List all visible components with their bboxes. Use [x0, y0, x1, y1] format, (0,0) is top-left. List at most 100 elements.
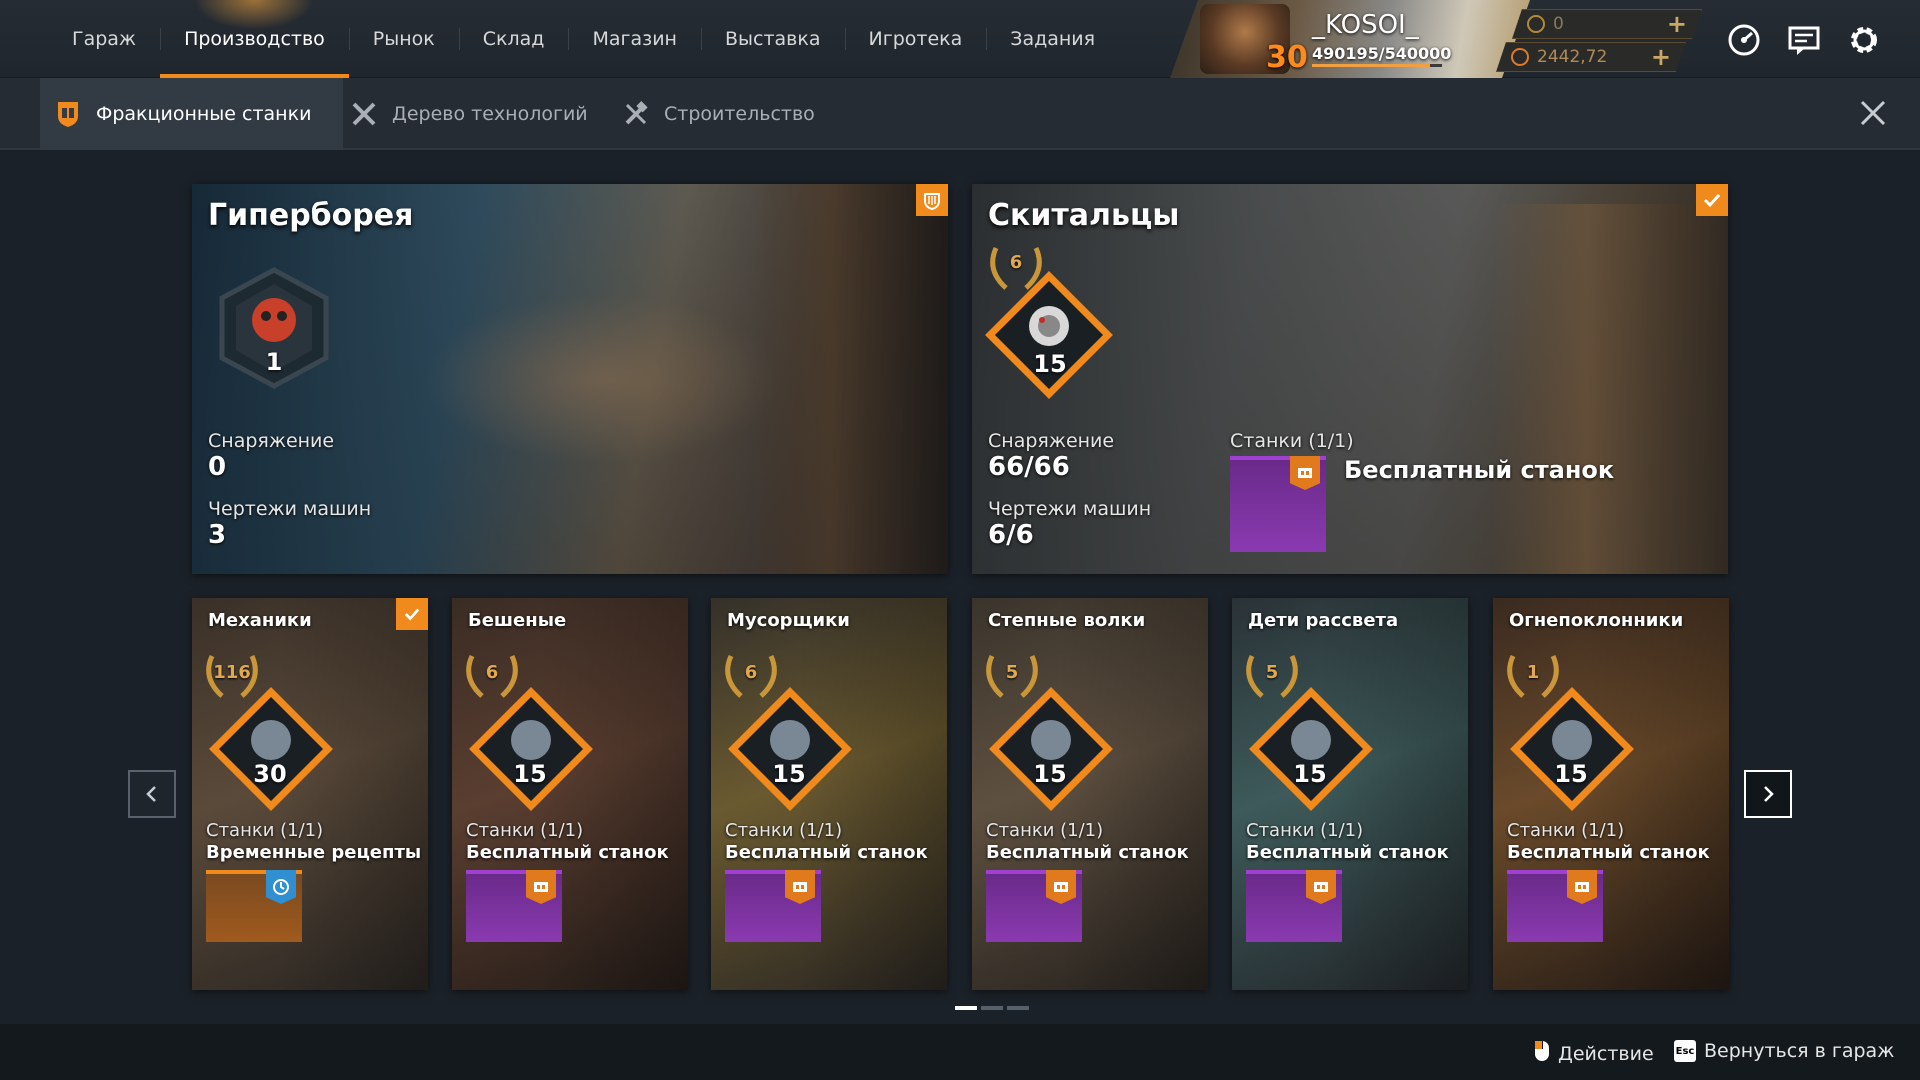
- machine-status: Временные рецепты: [206, 842, 422, 863]
- machine-slot[interactable]: [725, 870, 821, 942]
- player-xp: 490195/540000: [1312, 44, 1452, 63]
- add-coins-button[interactable]: +: [1667, 11, 1687, 37]
- tab-construction[interactable]: Строительство: [622, 78, 815, 150]
- check-icon: [1703, 193, 1721, 208]
- nav-item-storage[interactable]: Склад: [458, 0, 569, 78]
- free-machine-flag: [785, 870, 815, 904]
- tab-faction-machines[interactable]: Фракционные станки: [40, 78, 344, 150]
- machine-status: Бесплатный станок: [466, 842, 669, 863]
- faction-card-small[interactable]: Механики 116 30 Станки (1/1) Временные р…: [192, 598, 428, 990]
- machines-label: Станки (1/1): [1246, 820, 1364, 841]
- ship-illustration: [422, 294, 782, 464]
- faction-level: 15: [772, 760, 806, 788]
- faction-card-small[interactable]: Степные волки 5 15 Станки (1/1) Бесплатн…: [972, 598, 1208, 990]
- blueprints-label: Чертежи машин: [208, 498, 372, 520]
- gear-icon[interactable]: [1846, 22, 1882, 58]
- machines-label: Станки (1/1): [206, 820, 324, 841]
- free-machine-flag: [1306, 870, 1336, 904]
- sub-tab-bar: Фракционные станки Дерево технологий Стр…: [0, 78, 1920, 150]
- card-title: Дети рассвета: [1248, 610, 1399, 631]
- crystals-counter: 2442,72 +: [1496, 42, 1686, 72]
- faction-level: 15: [1293, 760, 1327, 788]
- card-title: Механики: [208, 610, 312, 631]
- tab-label: Строительство: [664, 103, 815, 125]
- machine-icon: [534, 882, 548, 892]
- card-title: Огнепоклонники: [1509, 610, 1684, 631]
- free-machine-flag: [1567, 870, 1597, 904]
- player-profile[interactable]: _KOSOI_ 30 490195/540000: [1170, 0, 1530, 78]
- speedometer-icon[interactable]: [1726, 22, 1762, 58]
- action-label: Действие: [1558, 1042, 1654, 1065]
- machines-label: Станки (1/1): [1230, 430, 1354, 452]
- nav-label: Магазин: [592, 28, 677, 50]
- reputation-value: 6: [744, 662, 758, 683]
- faction-card-small[interactable]: Дети рассвета 5 15 Станки (1/1) Бесплатн…: [1232, 598, 1468, 990]
- prev-page-button[interactable]: [128, 770, 176, 818]
- faction-level-emblem: [468, 686, 594, 816]
- tab-label: Фракционные станки: [96, 103, 312, 125]
- player-level: 30: [1266, 40, 1308, 75]
- nav-item-shop[interactable]: Магазин: [568, 0, 701, 78]
- faction-card-small[interactable]: Бешеные 6 15 Станки (1/1) Бесплатный ста…: [452, 598, 688, 990]
- machine-slot[interactable]: [466, 870, 562, 942]
- page-dot[interactable]: [981, 1006, 1003, 1010]
- page-indicator: [955, 1006, 1029, 1010]
- action-hint[interactable]: Действие: [1534, 1040, 1654, 1067]
- reputation-value: 1: [1526, 662, 1540, 683]
- machine-status: Бесплатный станок: [1344, 456, 1615, 484]
- machine-status: Бесплатный станок: [725, 842, 928, 863]
- main-nav: Гараж Производство Рынок Склад Магазин В…: [48, 0, 1119, 78]
- equipment-value: 0: [208, 452, 227, 482]
- blueprints-value: 3: [208, 520, 227, 550]
- machine-slot[interactable]: [1246, 870, 1342, 942]
- faction-card-small[interactable]: Мусорщики 6 15 Станки (1/1) Бесплатный с…: [711, 598, 947, 990]
- nav-item-game-library[interactable]: Игротека: [844, 0, 987, 78]
- chevron-left-icon: [146, 786, 156, 802]
- faction-level: 1: [265, 348, 283, 376]
- nav-item-exhibition[interactable]: Выставка: [700, 0, 845, 78]
- hammer-cross-icon: [622, 100, 650, 128]
- faction-level: 15: [1033, 350, 1067, 378]
- faction-crest-badge: [916, 184, 948, 216]
- machine-status: Бесплатный станок: [1507, 842, 1710, 863]
- coins-counter: 0 +: [1512, 9, 1702, 39]
- nav-item-tasks[interactable]: Задания: [986, 0, 1119, 78]
- back-to-garage-hint[interactable]: Esc Вернуться в гараж: [1674, 1040, 1894, 1062]
- machine-slot[interactable]: [1230, 456, 1326, 552]
- top-bar: Гараж Производство Рынок Склад Магазин В…: [0, 0, 1920, 78]
- back-label: Вернуться в гараж: [1704, 1040, 1895, 1062]
- machine-icon: [1054, 882, 1068, 892]
- close-icon: [1860, 100, 1886, 126]
- timer-flag: [266, 870, 296, 904]
- active-glow: [194, 0, 315, 30]
- free-machine-flag: [526, 870, 556, 904]
- machines-label: Станки (1/1): [466, 820, 584, 841]
- machine-slot[interactable]: [1507, 870, 1603, 942]
- machine-slot[interactable]: [986, 870, 1082, 942]
- machine-icon: [1314, 882, 1328, 892]
- nav-item-production[interactable]: Производство: [160, 0, 349, 78]
- nav-item-market[interactable]: Рынок: [348, 0, 459, 78]
- reputation-value: 5: [1005, 662, 1019, 683]
- mouse-icon: [1534, 1040, 1550, 1067]
- add-crystals-button[interactable]: +: [1651, 44, 1671, 70]
- faction-level-emblem: [1248, 686, 1374, 816]
- nav-label: Игротека: [868, 28, 963, 50]
- machines-label: Станки (1/1): [1507, 820, 1625, 841]
- reputation-value: 6: [485, 662, 499, 683]
- reputation-value: 116: [213, 662, 251, 683]
- faction-card-small[interactable]: Огнепоклонники 1 15 Станки (1/1) Бесплат…: [1493, 598, 1729, 990]
- chat-icon[interactable]: [1786, 22, 1822, 58]
- close-button[interactable]: [1856, 96, 1890, 130]
- character-illustration: [1492, 204, 1728, 574]
- tab-tech-tree[interactable]: Дерево технологий: [350, 78, 588, 150]
- faction-card-hyperborea[interactable]: Гиперборея 1 Снаряжение 0 Чертежи машин …: [192, 184, 948, 574]
- reputation-value: 5: [1265, 662, 1279, 683]
- crest-icon: [924, 193, 940, 210]
- machine-slot[interactable]: [206, 870, 302, 942]
- page-dot[interactable]: [955, 1006, 977, 1010]
- next-page-button[interactable]: [1744, 770, 1792, 818]
- nav-item-garage[interactable]: Гараж: [48, 0, 160, 78]
- page-dot[interactable]: [1007, 1006, 1029, 1010]
- faction-card-wanderers[interactable]: Скитальцы 6 15 Снаряжение 66/66 Чертежи …: [972, 184, 1728, 574]
